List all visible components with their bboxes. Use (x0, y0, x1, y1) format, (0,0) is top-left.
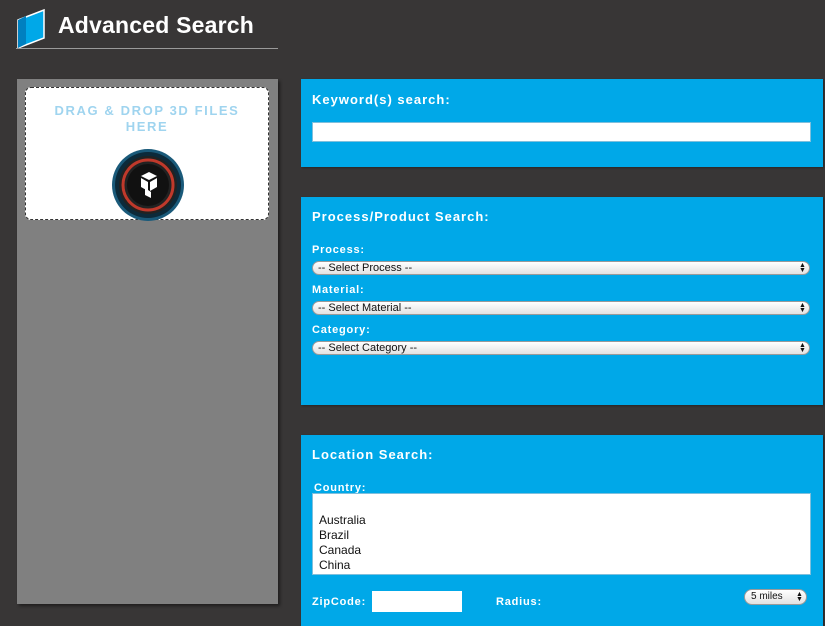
select-updown-icon: ▲ ▼ (796, 591, 803, 603)
drop-zone-label: DRAG & DROP 3D FILES HERE (54, 103, 240, 134)
zipcode-input[interactable] (372, 591, 462, 612)
category-select-value: -- Select Category -- (318, 342, 418, 354)
list-item[interactable]: Australia (319, 513, 366, 527)
select-updown-icon: ▲ ▼ (799, 342, 806, 354)
list-item[interactable]: Brazil (319, 528, 349, 542)
material-select[interactable]: -- Select Material -- ▲ ▼ (312, 301, 810, 315)
3d-upload-badge-icon (112, 149, 184, 221)
radius-label: Radius: (496, 596, 542, 608)
file-drop-zone[interactable]: DRAG & DROP 3D FILES HERE (25, 87, 269, 221)
material-select-value: -- Select Material -- (318, 302, 412, 314)
list-item[interactable]: Canada (319, 543, 361, 557)
blue-cube-logo-icon (17, 8, 45, 48)
page-title: Advanced Search (58, 12, 255, 38)
process-label: Process: (312, 244, 365, 256)
header-divider (16, 48, 278, 49)
process-product-title: Process/Product Search: (312, 209, 490, 224)
zipcode-label: ZipCode: (312, 596, 367, 608)
select-updown-icon: ▲ ▼ (799, 302, 806, 314)
category-select[interactable]: -- Select Category -- ▲ ▼ (312, 341, 810, 355)
process-select[interactable]: -- Select Process -- ▲ ▼ (312, 261, 810, 275)
process-product-panel: Process/Product Search: Process: -- Sele… (301, 197, 823, 405)
list-item[interactable]: China (319, 558, 350, 572)
left-sidebar: DRAG & DROP 3D FILES HERE (17, 79, 278, 604)
keyword-search-panel: Keyword(s) search: (301, 79, 823, 167)
radius-select[interactable]: 5 miles ▲ ▼ (744, 589, 807, 605)
country-listbox[interactable]: Australia Brazil Canada China (312, 493, 811, 575)
radius-select-value: 5 miles (751, 591, 783, 602)
keyword-search-input[interactable] (312, 122, 811, 142)
location-search-panel: Location Search: Country: Australia Braz… (301, 435, 823, 626)
select-updown-icon: ▲ ▼ (799, 262, 806, 274)
keyword-search-title: Keyword(s) search: (312, 92, 451, 107)
location-search-title: Location Search: (312, 447, 434, 462)
process-select-value: -- Select Process -- (318, 262, 413, 274)
advanced-search-page: Advanced Search DRAG & DROP 3D FILES HER… (0, 0, 825, 626)
material-label: Material: (312, 284, 365, 296)
category-label: Category: (312, 324, 371, 336)
